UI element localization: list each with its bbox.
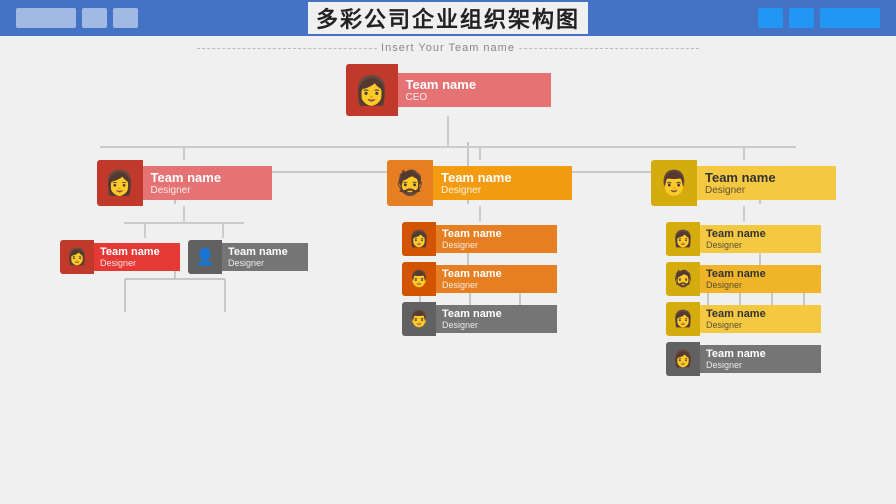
l2-left-child-2: 👤 Team name Designer	[188, 240, 308, 274]
org-chart: 👩 Team name CEO 👩	[20, 64, 876, 376]
l2-rc2-role: Designer	[706, 280, 815, 290]
l2-rc3-name: Team name	[706, 308, 815, 320]
l1-card-left: 👩 Team name Designer	[97, 160, 272, 206]
l2-cc1-role: Designer	[442, 240, 551, 250]
l1-right-role: Designer	[705, 185, 828, 196]
l1-left-role: Designer	[151, 185, 264, 196]
l2-cc1-name: Team name	[442, 228, 551, 240]
l1-left-avatar: 👩	[97, 160, 143, 206]
l2-cc2-avatar: 👨	[402, 262, 436, 296]
l2-cc2-role: Designer	[442, 280, 551, 290]
l2-cc2-name: Team name	[442, 268, 551, 280]
l2-right-child-1: 👩 Team name Designer	[666, 222, 821, 256]
header-rect-1	[16, 8, 76, 28]
l1-center-info: Team name Designer	[433, 166, 572, 200]
conn-center-mid	[479, 206, 481, 222]
header-decorators-right	[758, 8, 880, 28]
l1-card-center: 🧔 Team name Designer	[387, 160, 572, 206]
l2-rc4-info: Team name Designer	[700, 345, 821, 373]
l2-cc1-avatar: 👩	[402, 222, 436, 256]
conn-left-horiz	[124, 222, 244, 224]
l2-cc1-info: Team name Designer	[436, 225, 557, 253]
col-right: 👨 Team name Designer 👩 Team name Designe…	[651, 148, 836, 376]
page-title: 多彩公司企业组织架构图	[308, 2, 588, 34]
l2-lc2-name: Team name	[228, 246, 302, 258]
subtitle-text: Insert Your Team name	[381, 42, 515, 54]
l2-rc1-info: Team name Designer	[700, 225, 821, 253]
l2-right-child-4: 👩 Team name Designer	[666, 342, 821, 376]
l2-lc1-name: Team name	[100, 246, 174, 258]
conn-right-mid	[743, 206, 745, 222]
l2-center-children: 👩 Team name Designer 👨 Team name Designe…	[402, 222, 557, 336]
l2-rc1-role: Designer	[706, 240, 815, 250]
header-title-area: 多彩公司企业组织架构图	[16, 2, 880, 34]
l2-rc2-avatar: 🧔	[666, 262, 700, 296]
l2-rc4-role: Designer	[706, 360, 815, 370]
root-info: Team name CEO	[398, 73, 551, 107]
subtitle-dash-left	[197, 48, 377, 49]
level-0: 👩 Team name CEO	[20, 64, 876, 116]
col-center: 🧔 Team name Designer 👩 Team name Designe…	[387, 148, 572, 376]
l2-rc3-role: Designer	[706, 320, 815, 330]
header-rect-5	[789, 8, 814, 28]
conn-left-top	[183, 148, 185, 160]
root-card: 👩 Team name CEO	[346, 64, 551, 116]
header-rect-2	[82, 8, 107, 28]
l2-rc4-avatar: 👩	[666, 342, 700, 376]
l2-lc1-role: Designer	[100, 258, 174, 268]
l2-left-children: 👩 Team name Designer 👤 Team name Designe…	[60, 240, 308, 274]
l1-right-name: Team name	[705, 170, 828, 185]
l1-left-name: Team name	[151, 170, 264, 185]
header-bar: 多彩公司企业组织架构图	[0, 0, 896, 36]
l2-lc1-info: Team name Designer	[94, 243, 180, 271]
l2-rc2-name: Team name	[706, 268, 815, 280]
l2-center-child-2: 👨 Team name Designer	[402, 262, 557, 296]
l2-center-child-3: 👨 Team name Designer	[402, 302, 557, 336]
header-decorators-left	[16, 8, 138, 28]
l2-rc1-avatar: 👩	[666, 222, 700, 256]
l2-cc2-info: Team name Designer	[436, 265, 557, 293]
l1-center-avatar: 🧔	[387, 160, 433, 206]
l2-lc2-info: Team name Designer	[222, 243, 308, 271]
header-rect-3	[113, 8, 138, 28]
l2-rc1-name: Team name	[706, 228, 815, 240]
root-role: CEO	[406, 92, 543, 103]
level-1-row: 👩 Team name Designer 👩	[20, 148, 876, 376]
conn-left-mid	[183, 206, 185, 222]
header-rect-4	[758, 8, 783, 28]
l2-lc1-avatar: 👩	[60, 240, 94, 274]
l1-center-name: Team name	[441, 170, 564, 185]
col-left: 👩 Team name Designer 👩	[60, 148, 308, 376]
l2-right-children: 👩 Team name Designer 🧔 Team name Designe…	[666, 222, 821, 376]
header-rect-6	[820, 8, 880, 28]
root-name: Team name	[406, 77, 543, 92]
l2-cc3-name: Team name	[442, 308, 551, 320]
l1-right-info: Team name Designer	[697, 166, 836, 200]
conn-right-top	[743, 148, 745, 160]
l2-rc2-info: Team name Designer	[700, 265, 821, 293]
l2-cc3-role: Designer	[442, 320, 551, 330]
subtitle-area: Insert Your Team name	[0, 42, 896, 54]
l2-lc2-avatar: 👤	[188, 240, 222, 274]
l2-right-child-3: 👩 Team name Designer	[666, 302, 821, 336]
root-avatar: 👩	[346, 64, 398, 116]
l2-cc3-info: Team name Designer	[436, 305, 557, 333]
subtitle-line: Insert Your Team name	[0, 42, 896, 54]
l2-rc4-name: Team name	[706, 348, 815, 360]
l1-left-info: Team name Designer	[143, 166, 272, 200]
conn-center-top	[479, 148, 481, 160]
l2-center-child-1: 👩 Team name Designer	[402, 222, 557, 256]
l1-right-avatar: 👨	[651, 160, 697, 206]
l2-lc2-role: Designer	[228, 258, 302, 268]
l2-rc3-avatar: 👩	[666, 302, 700, 336]
connector-root-down	[447, 116, 449, 146]
l2-rc3-info: Team name Designer	[700, 305, 821, 333]
main-content: 👩 Team name CEO 👩	[0, 54, 896, 386]
l1-center-role: Designer	[441, 185, 564, 196]
subtitle-dash-right	[519, 48, 699, 49]
l2-left-child-1: 👩 Team name Designer	[60, 240, 180, 274]
l1-card-right: 👨 Team name Designer	[651, 160, 836, 206]
l2-cc3-avatar: 👨	[402, 302, 436, 336]
l2-right-child-2: 🧔 Team name Designer	[666, 262, 821, 296]
